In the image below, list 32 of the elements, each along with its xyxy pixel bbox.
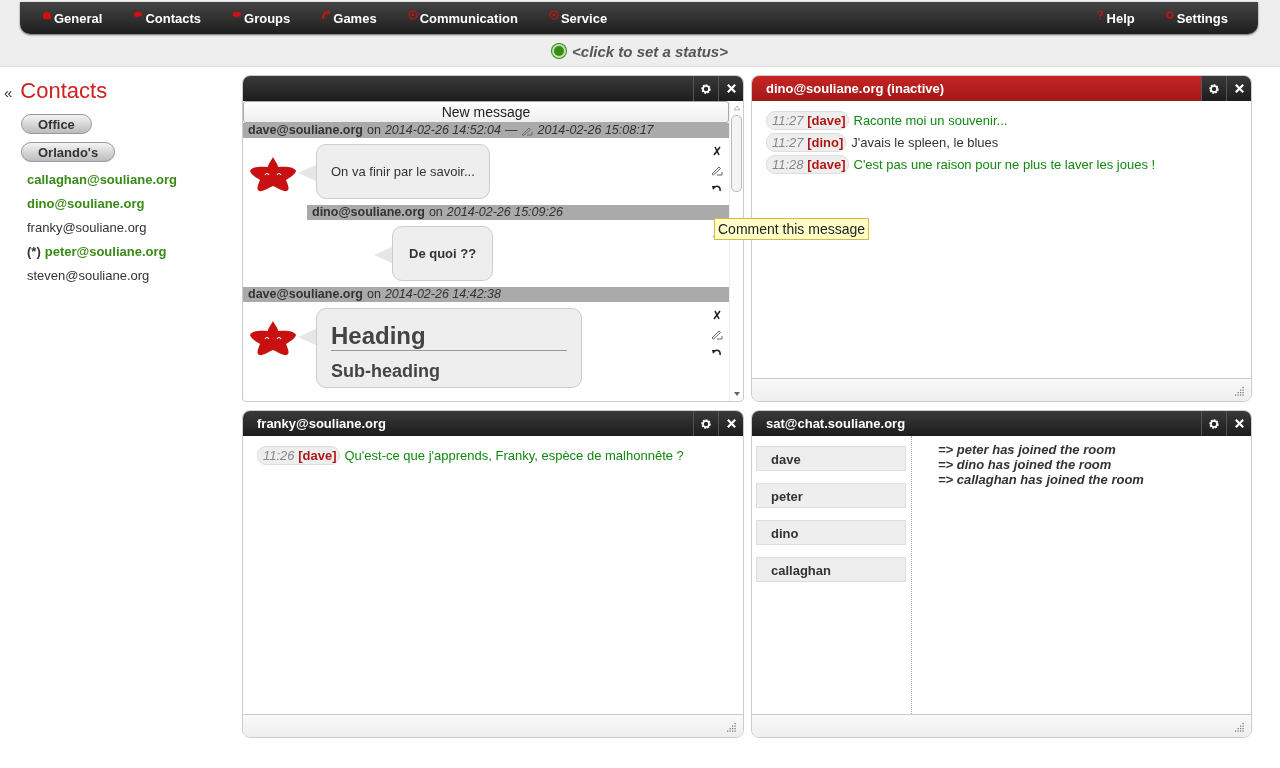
entry-edit-date: 2014-02-26 15:08:17 (537, 123, 654, 138)
panel-title: sat@chat.souliane.org (766, 416, 906, 431)
panel-title: dino@souliane.org (inactive) (766, 81, 945, 96)
entry-date: 2014-02-26 15:09:26 (446, 205, 563, 220)
message-stamp: 11:27 [dino] (766, 133, 847, 152)
message-text: On va finir par le savoir... (331, 164, 475, 179)
panel-title: franky@souliane.org (257, 416, 386, 431)
entry-date: 2014-02-26 14:52:04 (384, 123, 501, 138)
unread-marker: (*) (27, 244, 41, 260)
entry-author: dino@souliane.org (312, 205, 425, 220)
entry-date: 2014-02-26 14:42:38 (384, 287, 501, 302)
message-subheading: Sub-heading (331, 361, 441, 382)
entry-label: on (367, 123, 381, 138)
message-heading: Heading (331, 322, 567, 351)
message-stamp: 11:26 [dave] (257, 446, 340, 465)
message-text: C'est pas une raison pour ne plus te laver les joues ! (853, 157, 1156, 172)
entry-author: dave@souliane.org (248, 123, 363, 138)
room-event-text: => callaghan has joined the room (937, 472, 1145, 487)
message-text: J'avais le spleen, le blues (851, 135, 999, 150)
message-stamp: 11:28 [dave] (766, 155, 849, 174)
room-event-text: => dino has joined the room (937, 457, 1113, 472)
message-text: De quoi ?? (408, 246, 478, 261)
entry-author: dave@souliane.org (248, 287, 363, 302)
entry-label: on (428, 205, 443, 220)
tooltip: Comment this message (714, 218, 870, 240)
room-event-text: => peter has joined the room (937, 442, 1117, 457)
message-stamp: 11:27 [dave] (766, 111, 849, 130)
entry-separator: — (505, 123, 518, 138)
entry-label: on (367, 287, 381, 302)
message-text: Qu'est-ce que j'apprends, Franky, espèce de malhonnête ? (344, 448, 684, 463)
sidebar-title: Contacts (20, 78, 108, 104)
message-text: Raconte moi un souvenir... (853, 113, 1008, 128)
